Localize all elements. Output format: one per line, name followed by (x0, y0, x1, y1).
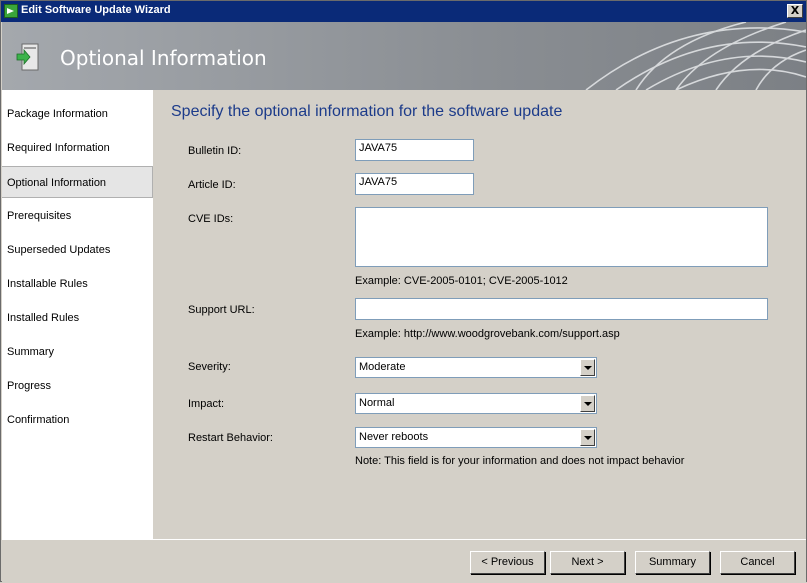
page-heading: Specify the optional information for the… (171, 103, 563, 120)
cve-ids-label: CVE IDs: (188, 213, 234, 225)
banner-title: Optional Information (60, 46, 267, 70)
chevron-down-icon[interactable] (580, 429, 595, 446)
nav-item-installed-rules[interactable]: Installed Rules (2, 302, 153, 334)
impact-value: Normal (359, 397, 395, 409)
cancel-button[interactable]: Cancel (720, 551, 795, 574)
wizard-page-icon (16, 43, 39, 71)
nav-item-installable-rules[interactable]: Installable Rules (2, 268, 153, 300)
wizard-window: Edit Software Update Wizard X Optional I… (0, 0, 807, 583)
cve-ids-input[interactable] (355, 207, 768, 267)
nav-item-optional-information[interactable]: Optional Information (2, 166, 153, 198)
restart-behavior-dropdown[interactable]: Never reboots (355, 427, 597, 448)
restart-behavior-value: Never reboots (359, 431, 429, 443)
impact-label: Impact: (188, 398, 225, 410)
restart-behavior-label: Restart Behavior: (188, 432, 273, 444)
main-content: Specify the optional information for the… (153, 90, 806, 539)
support-url-label: Support URL: (188, 304, 255, 316)
impact-dropdown[interactable]: Normal (355, 393, 597, 414)
nav-item-prerequisites[interactable]: Prerequisites (2, 200, 153, 232)
nav-item-package-information[interactable]: Package Information (2, 98, 153, 130)
severity-label: Severity: (188, 361, 231, 373)
bulletin-id-input[interactable]: JAVA75 (355, 139, 474, 161)
previous-button[interactable]: < Previous (470, 551, 545, 574)
nav-item-summary[interactable]: Summary (2, 336, 153, 368)
severity-dropdown[interactable]: Moderate (355, 357, 597, 378)
support-url-input[interactable] (355, 298, 768, 320)
wizard-footer: < Previous Next > Summary Cancel (2, 539, 806, 583)
globe-decoration (585, 22, 806, 90)
app-icon (4, 4, 18, 18)
wizard-steps-nav: Package Information Required Information… (2, 90, 153, 539)
article-id-input[interactable]: JAVA75 (355, 173, 474, 195)
nav-item-required-information[interactable]: Required Information (2, 132, 153, 164)
nav-item-superseded-updates[interactable]: Superseded Updates (2, 234, 153, 266)
restart-behavior-note: Note: This field is for your information… (355, 455, 685, 467)
next-button[interactable]: Next > (550, 551, 625, 574)
summary-button[interactable]: Summary (635, 551, 710, 574)
support-url-example-text: Example: http://www.woodgrovebank.com/su… (355, 328, 620, 340)
cve-example-text: Example: CVE-2005-0101; CVE-2005-1012 (355, 275, 568, 287)
nav-item-progress[interactable]: Progress (2, 370, 153, 402)
window-title: Edit Software Update Wizard (21, 4, 171, 16)
header-banner: Optional Information (2, 22, 806, 90)
close-button[interactable]: X (787, 4, 803, 18)
nav-item-confirmation[interactable]: Confirmation (2, 404, 153, 436)
bulletin-id-label: Bulletin ID: (188, 145, 242, 157)
article-id-label: Article ID: (188, 179, 236, 191)
severity-value: Moderate (359, 361, 406, 373)
chevron-down-icon[interactable] (580, 359, 595, 376)
chevron-down-icon[interactable] (580, 395, 595, 412)
title-bar[interactable]: Edit Software Update Wizard X (1, 1, 806, 22)
